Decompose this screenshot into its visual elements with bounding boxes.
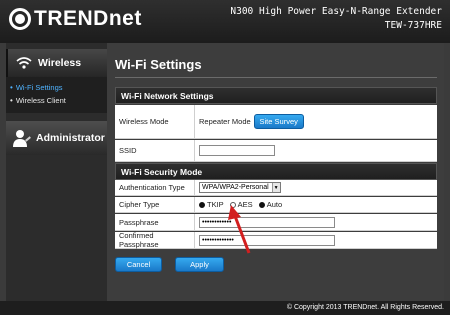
copyright-text: © Copyright 2013 TRENDnet. All Rights Re… xyxy=(286,304,444,311)
footer: © Copyright 2013 TRENDnet. All Rights Re… xyxy=(0,301,450,315)
annotation-arrow-icon xyxy=(228,205,251,254)
